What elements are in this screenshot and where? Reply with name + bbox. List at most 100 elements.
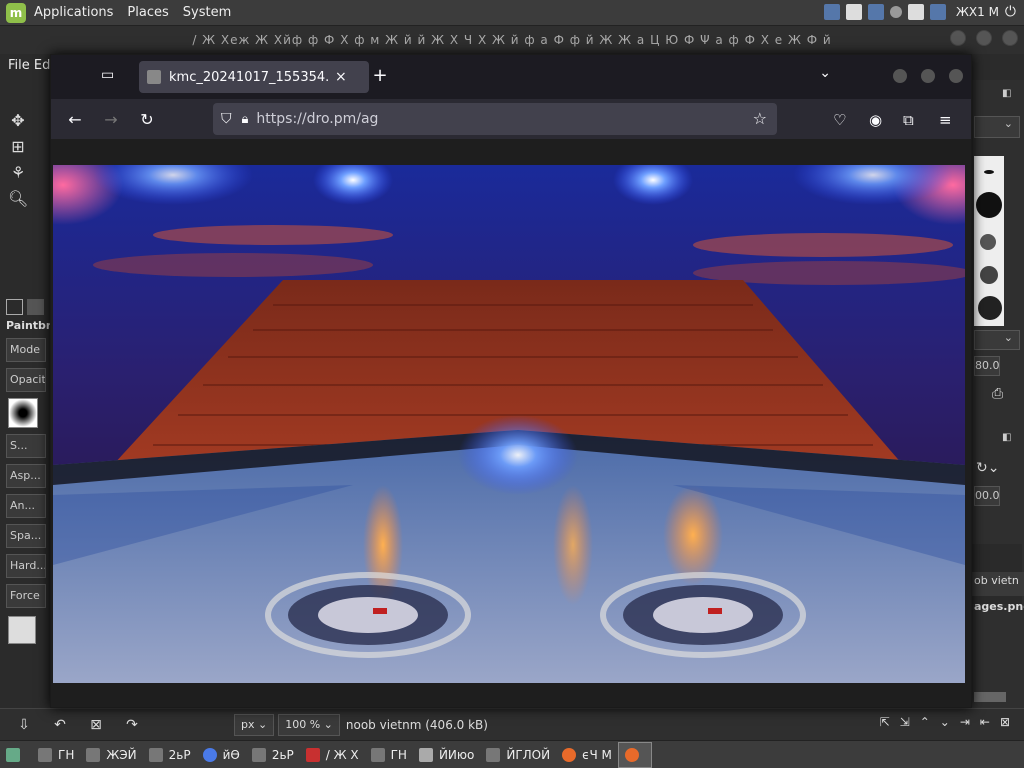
status-text: noob vietnm (406.0 kB) xyxy=(345,717,488,732)
tab-close-icon[interactable]: × xyxy=(335,69,347,85)
display-icon[interactable] xyxy=(929,4,946,20)
taskbar-item[interactable]: ГН xyxy=(32,742,80,768)
shield-icon[interactable] xyxy=(867,4,884,20)
device-status-tab-icon[interactable] xyxy=(27,299,44,315)
brush-spacing-value[interactable]: 80.0 xyxy=(974,356,1000,376)
menu-system[interactable]: System xyxy=(183,5,231,20)
reload-icon[interactable]: ↻ xyxy=(129,110,165,129)
undo-icon[interactable]: ↶ xyxy=(48,717,72,733)
ff-maximize-button[interactable] xyxy=(921,69,935,83)
export-icon[interactable]: ⇩ xyxy=(12,717,36,733)
image-item-file[interactable]: ages.png xyxy=(974,600,1024,613)
unit-select[interactable]: px ⌄ xyxy=(234,713,275,736)
export-icon[interactable]: ⎙ xyxy=(992,386,1003,402)
network-icon[interactable] xyxy=(823,4,840,20)
maximize-button[interactable] xyxy=(976,30,992,46)
close-button[interactable] xyxy=(1002,30,1018,46)
toolbox: ✥ ⊞ ⚘ 🔍︎ xyxy=(0,105,50,285)
tracking-shield-icon[interactable]: ⛉ xyxy=(221,111,232,127)
dock2-menu-icon[interactable]: ◧ xyxy=(1002,432,1011,443)
angle-slider[interactable]: An... xyxy=(6,494,46,518)
top-panel: m Applications Places System ЖХ1 М ⏻ xyxy=(0,0,1024,26)
terminal-icon xyxy=(370,747,385,762)
url-text[interactable]: https://dro.pm/ag xyxy=(256,111,378,127)
tab-favicon-icon xyxy=(147,70,161,84)
tab-title: kmc_20241017_155354.png xyxy=(169,69,329,85)
opacity-slider[interactable]: Opacity xyxy=(6,368,46,392)
pocket-icon[interactable]: ♡ xyxy=(833,111,846,129)
align-icon[interactable]: ⇥ xyxy=(960,715,970,729)
spacing-slider[interactable]: Spa... xyxy=(6,524,46,548)
brush-preview[interactable] xyxy=(8,398,38,428)
chrome-icon xyxy=(202,747,217,762)
show-desktop-button[interactable] xyxy=(0,742,32,768)
hardness-slider[interactable]: Hard... xyxy=(6,554,46,578)
image-thumbnail[interactable] xyxy=(8,616,36,644)
tab-image[interactable]: kmc_20241017_155354.png × xyxy=(139,61,369,93)
taskbar-item-active[interactable] xyxy=(617,741,652,768)
down-icon[interactable]: ⌄ xyxy=(940,715,950,729)
arrange-icon[interactable]: ⇲ xyxy=(900,715,910,729)
brush-select-dropdown[interactable]: ⌄ xyxy=(974,116,1020,138)
url-bar[interactable]: ⛉ 🔒︎ https://dro.pm/ag ☆ xyxy=(213,103,777,135)
taskbar-item[interactable]: 2ьР xyxy=(246,742,300,768)
taskbar-item[interactable]: / Ж Х xyxy=(300,742,365,768)
lock-icon[interactable]: 🔒︎ xyxy=(242,112,249,127)
window-icon xyxy=(486,747,501,762)
align2-icon[interactable]: ⇤ xyxy=(980,715,990,729)
power-icon[interactable]: ⏻ xyxy=(1005,4,1016,20)
zoom-select[interactable]: 100 % ⌄ xyxy=(278,713,340,736)
taskbar-item[interactable]: йӨ xyxy=(197,742,246,768)
update-icon[interactable] xyxy=(889,6,902,18)
menu-places[interactable]: Places xyxy=(127,5,168,20)
dock-menu-icon[interactable]: ◧ xyxy=(1002,88,1011,99)
size-slider[interactable]: S... xyxy=(6,434,46,458)
taskbar-item[interactable]: ЙГЛОЙ xyxy=(480,742,556,768)
bookmark-star-icon[interactable]: ☆ xyxy=(753,109,767,128)
clone-tool-icon[interactable]: ⚘ xyxy=(8,163,28,183)
up-icon[interactable]: ⌃ xyxy=(920,715,930,729)
new-tab-button[interactable]: + xyxy=(369,65,391,86)
tool-options-tab-icon[interactable] xyxy=(6,299,24,315)
menu-applications[interactable]: Applications xyxy=(34,5,113,20)
terminal-icon xyxy=(38,747,52,762)
aspect-slider[interactable]: Asp... xyxy=(6,464,46,488)
menu-icon[interactable]: ≡ xyxy=(939,111,952,129)
taskbar-item[interactable]: ЖЭЙ xyxy=(80,742,142,768)
transform-tool-icon[interactable]: ⊞ xyxy=(8,137,28,157)
account-icon[interactable]: ◉ xyxy=(869,111,882,129)
extensions-icon[interactable]: ⧉ xyxy=(903,111,914,129)
image-item-name[interactable]: ob vietn xyxy=(974,574,1019,587)
taskbar-item[interactable]: ГН xyxy=(365,742,413,768)
folder-icon xyxy=(148,747,163,762)
scrollbar[interactable] xyxy=(974,692,1006,702)
minimize-button[interactable] xyxy=(950,30,966,46)
mode-select[interactable]: Mode xyxy=(6,338,46,362)
clock[interactable]: ЖХ1 М xyxy=(956,5,999,19)
tab-bar: ▭ kmc_20241017_155354.png × + ⌄ xyxy=(51,55,971,99)
force-slider[interactable]: Force xyxy=(6,584,46,608)
brush-size-dropdown[interactable]: ⌄ xyxy=(974,330,1020,350)
clipboard-icon[interactable] xyxy=(845,4,862,20)
taskbar-item[interactable]: ϵЧ М xyxy=(556,742,618,768)
clear-icon[interactable]: ⊠ xyxy=(84,717,108,733)
ff-minimize-button[interactable] xyxy=(893,69,907,83)
taskbar-item[interactable]: ЙИюо xyxy=(413,742,480,768)
opacity-value[interactable]: 00.0 xyxy=(974,486,1000,506)
taskbar-item[interactable]: 2ьР xyxy=(143,742,197,768)
brushes-panel[interactable] xyxy=(974,156,1004,326)
navigate-icon[interactable]: ⇱ xyxy=(880,715,890,729)
forward-icon[interactable]: → xyxy=(93,110,129,129)
list-all-tabs-icon[interactable]: ⌄ xyxy=(819,65,831,81)
firefox-view-icon[interactable]: ▭ xyxy=(101,67,114,83)
delete-icon[interactable]: ⊠ xyxy=(1000,715,1010,729)
move-tool-icon[interactable]: ✥ xyxy=(8,111,28,131)
ff-close-button[interactable] xyxy=(949,69,963,83)
mint-logo-icon[interactable]: m xyxy=(6,2,26,23)
theater-stage-image[interactable] xyxy=(53,165,965,683)
redo-icon[interactable]: ↷ xyxy=(120,717,144,733)
reset-icon[interactable]: ↻⌄ xyxy=(976,460,999,476)
back-icon[interactable]: ← xyxy=(57,110,93,129)
zoom-tool-icon[interactable]: 🔍︎ xyxy=(8,189,28,209)
volume-icon[interactable] xyxy=(907,4,924,20)
